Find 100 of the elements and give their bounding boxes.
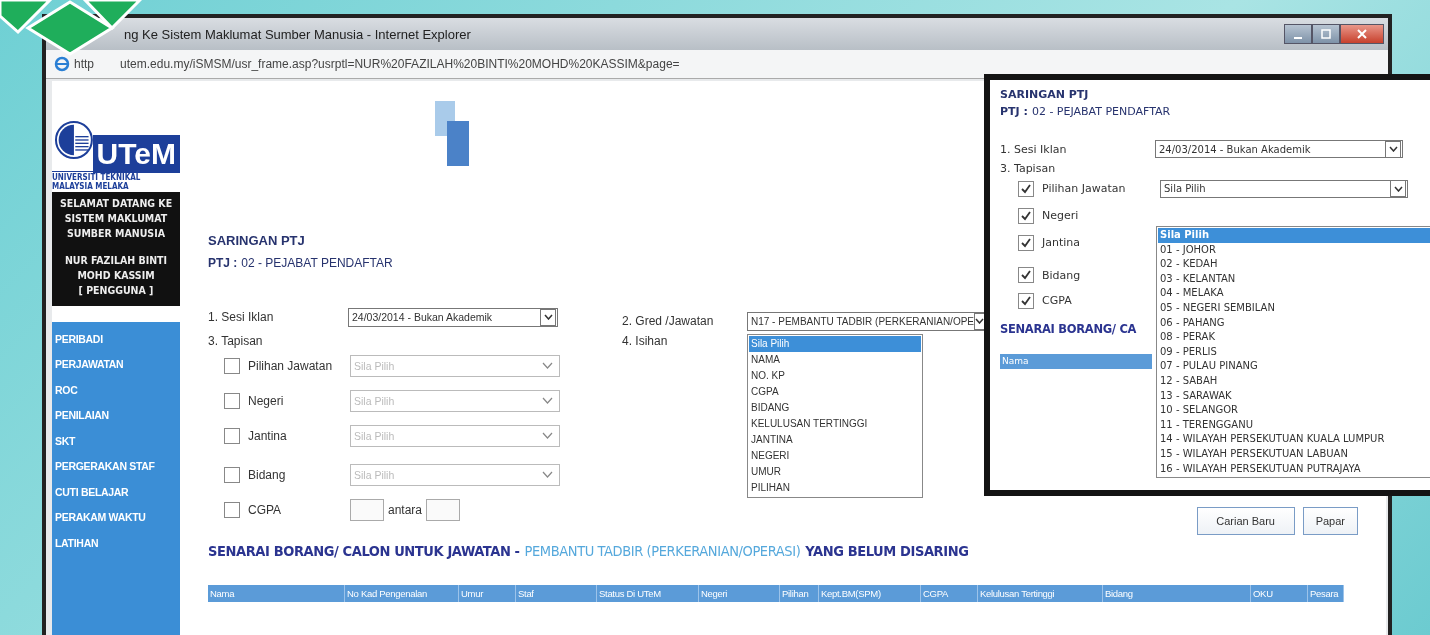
filter-select[interactable]: Sila Pilih — [1160, 179, 1408, 198]
user-name: NUR FAZILAH BINTI MOHD KASSIM — [63, 253, 169, 283]
section-label: 3. Tapisan — [208, 334, 264, 348]
column-header: Negeri — [699, 585, 780, 602]
checkbox[interactable] — [1018, 292, 1034, 309]
filter-label: Pilihan Jawatan — [248, 358, 334, 373]
squares-drawing — [435, 101, 469, 166]
filter-label: CGPA — [248, 502, 283, 517]
list-heading: YANG BELUM DISARING — [805, 543, 969, 559]
column-header: Bidang — [1103, 585, 1251, 602]
checkbox[interactable] — [224, 466, 240, 483]
ptj-value: 02 - PEJABAT PENDAFTAR — [1031, 105, 1171, 118]
between-label: antara — [388, 502, 423, 517]
column-header: Umur — [459, 585, 516, 602]
column-header: Nama — [1000, 354, 1152, 369]
browser-logo-icon — [54, 56, 70, 72]
chevron-icon — [542, 432, 553, 439]
list-option[interactable]: 07 - PULAU PINANG — [1158, 359, 1430, 374]
column-header: Nama — [208, 585, 345, 602]
checkbox[interactable] — [1018, 267, 1034, 283]
input-field[interactable] — [350, 498, 384, 521]
field-label: 4. Isihan — [622, 334, 669, 348]
form-button[interactable]: Papar — [1302, 507, 1358, 535]
welcome-text: SELAMAT DATANG KE SISTEM MAKLUMAT SUMBER MANUSIA — [58, 196, 174, 241]
logo-text: UTeM — [92, 135, 180, 173]
list-option[interactable]: KELULUSAN TERTINGGI — [749, 416, 921, 432]
user-role: [ PENGGUNA ] — [78, 283, 154, 298]
sort-listbox[interactable]: Sila Pilih NAMA NO. KP CGPA BIDANG KELULUSAN TERTINGGI JANTINA NEGERI UMUR PILIHAN — [747, 334, 923, 498]
list-option[interactable]: NEGERI — [749, 448, 921, 464]
list-option[interactable]: 09 - PERLIS — [1158, 344, 1430, 360]
column-header: Kelulusan Tertinggi — [978, 585, 1103, 602]
column-header: Status Di UTeM — [597, 585, 699, 602]
list-option[interactable]: JANTINA — [749, 432, 921, 448]
close-icon — [1357, 29, 1367, 39]
list-option[interactable]: 05 - NEGERI SEMBILAN — [1158, 300, 1430, 316]
ptj-label: PTJ : — [1000, 105, 1028, 118]
column-header: Kept.BM(SPM) — [819, 585, 921, 602]
filter-label: Negeri — [248, 393, 285, 408]
column-header: Staf — [516, 585, 597, 602]
list-option[interactable]: 16 - WILAYAH PERSEKUTUAN PUTRAJAYA — [1158, 461, 1430, 477]
close-button[interactable] — [1340, 24, 1384, 44]
maximize-icon — [1321, 29, 1331, 39]
session-select[interactable]: 24/03/2014 - Bukan Akademik — [1155, 140, 1403, 158]
list-option[interactable]: 02 - KEDAH — [1158, 257, 1430, 272]
minimize-button[interactable] — [1284, 24, 1312, 44]
list-option[interactable]: NO. KP — [749, 368, 921, 384]
form-title: SARINGAN PTJ — [1000, 88, 1090, 101]
field-label: 2. Gred /Jawatan — [622, 314, 715, 328]
column-header: Pilihan — [780, 585, 819, 602]
list-option[interactable]: 15 - WILAYAH PERSEKUTUAN LABUAN — [1158, 446, 1430, 462]
position-select[interactable]: N17 - PEMBANTU TADBIR (PERKERANIAN/OPE — [747, 311, 987, 331]
address-text[interactable]: utem.edu.my/iSMSM/usr_frame.asp?usrptl=NUR%20FAZILAH%20BINTI%20MOHD%20KASSIM&page= — [120, 57, 680, 71]
checkbox[interactable] — [1018, 207, 1034, 224]
list-option[interactable]: 14 - WILAYAH PERSEKUTUAN KUALA LUMPUR — [1158, 432, 1430, 447]
section-label: 3. Tapisan — [1000, 162, 1057, 175]
checkbox[interactable] — [224, 427, 240, 444]
checkbox[interactable] — [224, 357, 240, 374]
list-option[interactable]: BIDANG — [749, 400, 921, 416]
checkbox[interactable] — [1018, 234, 1034, 251]
list-option[interactable]: PILIHAN — [749, 480, 921, 496]
form-button[interactable]: Carian Baru — [1196, 507, 1295, 535]
input-field[interactable] — [426, 498, 461, 521]
window-title: ng Ke Sistem Maklumat Sumber Manusia - Internet Explorer — [124, 26, 471, 42]
form-title: SARINGAN PTJ — [208, 233, 306, 248]
filter-label: Jantina — [248, 428, 288, 443]
chevron-icon — [542, 362, 553, 369]
filter-label: Negeri — [1042, 209, 1080, 222]
filter-label: CGPA — [1042, 294, 1073, 307]
list-option[interactable]: 04 - MELAKA — [1158, 286, 1430, 301]
list-heading: SENARAI BORANG/ CALON UNTUK JAWATAN - — [208, 543, 520, 559]
column-header: No Kad Pengenalan — [345, 585, 459, 602]
state-dropdown-list[interactable] — [1156, 226, 1430, 479]
list-option[interactable]: UMUR — [749, 464, 921, 480]
filter-label: Bidang — [1042, 268, 1082, 282]
chevron-icon — [542, 471, 553, 478]
list-option[interactable]: CGPA — [749, 384, 921, 400]
list-option[interactable]: 13 - SARAWAK — [1158, 388, 1430, 404]
filter-label: Bidang — [248, 467, 287, 482]
list-option[interactable]: 06 - PAHANG — [1158, 315, 1430, 331]
checkbox[interactable] — [224, 392, 240, 409]
maximize-button[interactable] — [1312, 24, 1340, 44]
list-option[interactable]: 10 - SELANGOR — [1158, 403, 1430, 418]
checkbox[interactable] — [1018, 180, 1034, 197]
session-select[interactable]: 24/03/2014 - Bukan Akademik — [348, 307, 558, 327]
column-header: Pesara — [1308, 585, 1344, 602]
list-option[interactable]: 03 - KELANTAN — [1158, 271, 1430, 287]
ptj-value: 02 - PEJABAT PENDAFTAR — [241, 256, 393, 270]
list-option[interactable]: 08 - PERAK — [1158, 330, 1430, 345]
column-header: CGPA — [921, 585, 978, 602]
list-heading: SENARAI BORANG/ CA — [1000, 322, 1137, 336]
field-label: 1. Sesi Iklan — [208, 310, 275, 324]
checkbox[interactable] — [224, 501, 240, 518]
list-option[interactable]: NAMA — [749, 352, 921, 368]
filter-label: Pilihan Jawatan — [1042, 182, 1127, 195]
ptj-label: PTJ : — [208, 256, 238, 270]
list-option[interactable]: 12 - SABAH — [1158, 373, 1430, 389]
list-option[interactable]: 11 - TERENGGANU — [1158, 417, 1430, 433]
address-text[interactable]: http — [74, 57, 94, 71]
minimize-icon — [1294, 37, 1302, 39]
list-option[interactable]: 01 - JOHOR — [1158, 242, 1430, 258]
